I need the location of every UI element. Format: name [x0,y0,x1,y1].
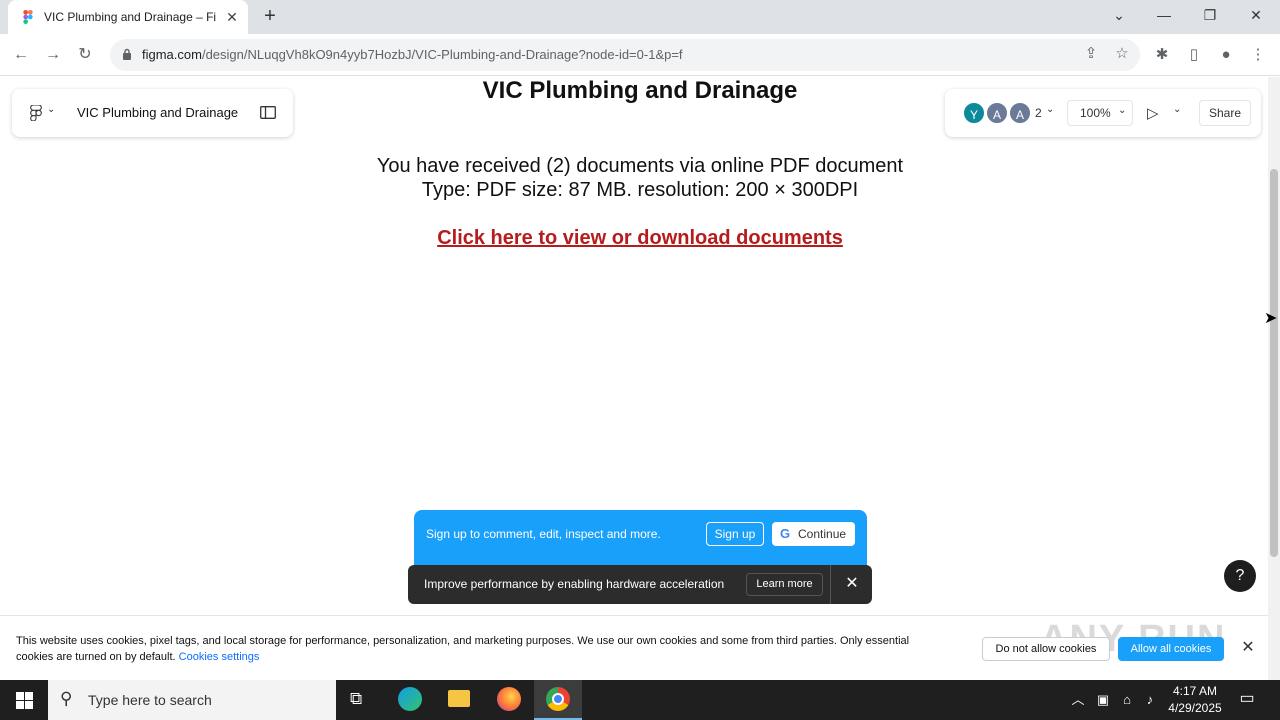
cookie-close-icon[interactable]: ✕ [1238,638,1258,658]
figma-menu-icon[interactable] [30,105,42,121]
cookies-settings-link[interactable]: Cookies settings [179,651,260,663]
google-continue-button[interactable]: G Continue [772,522,855,546]
search-placeholder: Type here to search [88,692,212,708]
volume-icon[interactable]: ♪ [1141,691,1159,709]
figma-favicon-icon [23,10,33,24]
side-panel-icon[interactable]: ▯ [1183,44,1205,66]
folder-icon [448,690,470,707]
bookmark-star-icon[interactable]: ☆ [1111,43,1133,65]
file-explorer-button[interactable] [435,680,483,720]
page-scrollbar[interactable] [1268,77,1280,680]
allow-cookies-button[interactable]: Allow all cookies [1118,637,1224,661]
hardware-acceleration-toast: Improve performance by enabling hardware… [408,565,872,604]
deny-cookies-button[interactable]: Do not allow cookies [982,637,1110,661]
figma-file-name[interactable]: VIC Plumbing and Drainage [77,105,238,120]
figma-view-toolbar: Y A A 2 ⌄ 100% ⌄ ▷ ⌄ Share [945,89,1261,137]
sidebar-toggle-icon[interactable] [260,106,276,119]
zoom-value: 100% [1080,106,1111,120]
cookie-banner: This website uses cookies, pixel tags, a… [0,615,1268,680]
toast-text: Improve performance by enabling hardware… [424,577,725,591]
avatar[interactable]: A [1008,101,1032,125]
address-bar[interactable]: figma.com/design/NLuqgVh8kO9n4yyb7HozbJ/… [110,39,1140,71]
windows-taskbar: ⚲ Type here to search ⧉ ︿ ▣ ⌂ ♪ 4:17 AM … [0,680,1280,720]
viewer-count[interactable]: 2 [1035,106,1042,120]
zoom-dropdown[interactable]: 100% ⌄ [1067,100,1133,126]
firefox-icon [497,687,521,711]
signup-text: Sign up to comment, edit, inspect and mo… [426,527,661,541]
cookie-text: This website uses cookies, pixel tags, a… [16,635,910,663]
viewer-chevron-icon[interactable]: ⌄ [1046,104,1054,115]
toast-divider [830,565,831,604]
profile-icon[interactable]: ● [1215,44,1237,66]
browser-toolbar: ← → ↻ figma.com/design/NLuqgVh8kO9n4yyb7… [0,34,1280,76]
browser-tab-bar: VIC Plumbing and Drainage – Figma ✕ + ⌄ … [0,0,1280,34]
page-canvas: VIC Plumbing and Drainage You have recei… [0,77,1268,680]
minimize-icon[interactable]: — [1152,4,1176,26]
scrollbar-thumb[interactable] [1270,169,1278,557]
avatar[interactable]: Y [962,101,986,125]
share-button[interactable]: Share [1199,100,1251,126]
new-tab-icon[interactable]: + [260,6,280,26]
tab-close-icon[interactable]: ✕ [224,9,240,25]
taskbar-search-box[interactable]: ⚲ Type here to search [48,680,336,720]
tray-device-icon[interactable]: ▣ [1094,691,1112,709]
figma-file-toolbar: ⌄ VIC Plumbing and Drainage [12,89,293,137]
tab-title: VIC Plumbing and Drainage – Figma [44,10,216,24]
lock-icon [123,48,131,60]
reload-icon[interactable]: ↻ [74,44,96,66]
zoom-chevron-icon: ⌄ [1118,105,1127,116]
tray-chevron-up-icon[interactable]: ︿ [1069,691,1087,709]
toast-close-icon[interactable]: ✕ [842,574,862,594]
learn-more-button[interactable]: Learn more [746,573,823,596]
url-text: figma.com/design/NLuqgVh8kO9n4yyb7HozbJ/… [142,47,683,62]
chrome-icon [546,687,570,711]
document-line-2: Type: PDF size: 87 MB. resolution: 200 ×… [421,179,859,201]
browser-tab[interactable]: VIC Plumbing and Drainage – Figma ✕ [8,0,248,34]
clock-time: 4:17 AM [1172,684,1218,698]
menu-kebab-icon[interactable]: ⋮ [1247,44,1269,66]
forward-icon[interactable]: → [42,44,64,66]
present-play-icon[interactable]: ▷ [1147,104,1159,122]
continue-label: Continue [798,527,847,541]
tab-search-icon[interactable]: ⌄ [1107,4,1131,26]
extensions-icon[interactable]: ✱ [1151,44,1173,66]
network-icon[interactable]: ⌂ [1118,691,1136,709]
start-button[interactable] [0,680,48,720]
mouse-cursor-icon: ➤ [1264,310,1278,327]
present-chevron-icon[interactable]: ⌄ [1173,104,1181,115]
back-icon[interactable]: ← [10,44,32,66]
avatar[interactable]: A [985,101,1009,125]
figma-menu-chevron-icon[interactable]: ⌄ [47,104,55,115]
close-window-icon[interactable]: ✕ [1244,4,1268,26]
help-button[interactable]: ? [1224,560,1256,592]
restore-icon[interactable]: ❐ [1198,4,1222,26]
signup-button[interactable]: Sign up [706,522,764,546]
task-view-button[interactable]: ⧉ [336,680,384,720]
share-page-icon[interactable]: ⇪ [1080,43,1102,65]
notification-icon[interactable]: ▭ [1238,690,1256,708]
firefox-app-button[interactable] [485,680,533,720]
chrome-app-button[interactable] [534,680,582,720]
clock-date: 4/29/2025 [1168,701,1222,715]
document-line-1: You have received (2) documents via onli… [376,155,904,177]
search-icon: ⚲ [60,689,73,708]
windows-logo-icon [16,692,33,709]
download-documents-link[interactable]: Click here to view or download documents [0,227,1268,250]
google-icon: G [780,526,791,541]
edge-app-button[interactable] [386,680,434,720]
taskbar-clock[interactable]: 4:17 AM 4/29/2025 [1160,683,1230,717]
task-view-icon: ⧉ [350,689,363,708]
edge-icon [398,687,422,711]
